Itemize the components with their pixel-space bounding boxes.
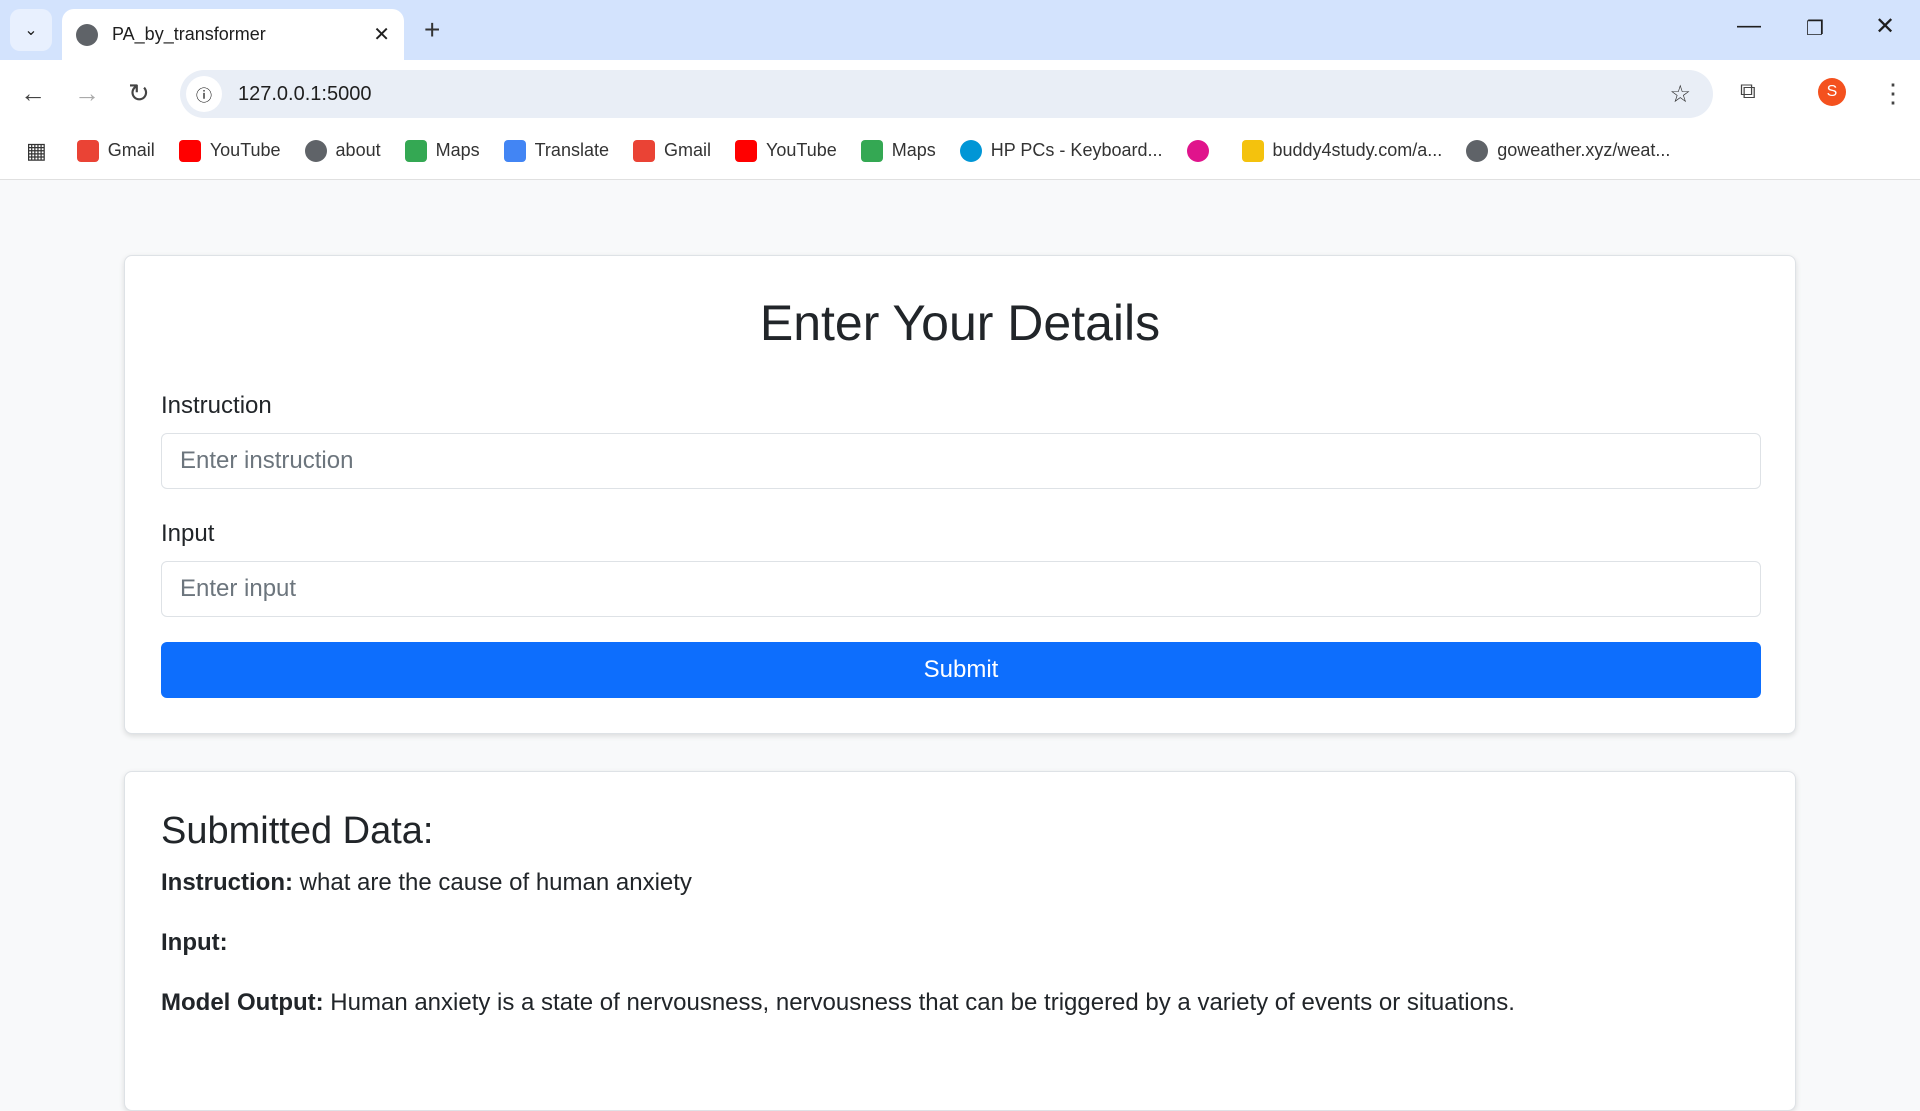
bookmark-item[interactable]: Maps [404,139,480,162]
toolbar: ← → ↻ ⓘ 127.0.0.1:5000 ☆ ⧉ S ⋮ [0,60,1920,122]
bookmark-item[interactable]: buddy4study.com/a... [1241,139,1443,162]
gmail-icon [632,139,655,162]
bookmark-item[interactable]: Translate [503,139,609,162]
extensions-icon[interactable]: ⧉ [1740,78,1756,104]
tab-search-button[interactable]: ⌄ [10,9,52,51]
bookmark-item[interactable]: about [304,139,381,162]
translate-icon [503,139,526,162]
form-title: Enter Your Details [759,295,1161,351]
bookmark-label: HP PCs - Keyboard... [990,140,1163,160]
forward-button[interactable]: → [74,78,100,109]
bookmark-item[interactable]: Maps [860,139,936,162]
restore-button[interactable]: ❐ [1806,16,1824,41]
hp-icon [959,139,982,162]
submit-button[interactable]: Submit [161,642,1761,698]
bookmark-label: goweather.xyz/weat... [1497,140,1671,160]
instruction-label: Instruction [161,392,272,419]
bookmark-label: Gmail [663,140,711,160]
site-info-icon[interactable]: ⓘ [186,76,222,112]
instruction-key: Instruction: [161,869,293,896]
bookmark-item[interactable]: YouTube [735,139,837,162]
bookmark-label: Translate [534,140,609,160]
instruction-input[interactable] [161,433,1761,489]
bookmark-label: YouTube [209,140,281,160]
bookmark-item[interactable]: Gmail [632,139,711,162]
reload-button[interactable]: ↻ [128,78,150,109]
bookmark-item[interactable]: YouTube [178,139,281,162]
menu-icon[interactable]: ⋮ [1880,78,1906,109]
bookmark-item[interactable] [1186,139,1218,162]
minimize-button[interactable]: — [1737,12,1761,40]
bookmark-label: Maps [435,140,480,160]
instruction-row: Instruction: what are the cause of human… [161,869,692,897]
address-bar[interactable]: ⓘ 127.0.0.1:5000 ☆ [180,70,1713,118]
bookmark-label: buddy4study.com/a... [1272,140,1443,160]
model-output-row: Model Output: Human anxiety is a state o… [161,989,1515,1017]
globe-icon [76,23,98,46]
globe-icon [304,139,327,162]
submitted-data-title: Submitted Data: [161,810,434,852]
url-text[interactable]: 127.0.0.1:5000 [238,83,371,106]
maps-icon [860,139,883,162]
input-key: Input: [161,929,228,956]
model-output-key: Model Output: [161,989,324,1016]
profile-avatar[interactable]: S [1818,78,1846,106]
submitted-data-card: Submitted Data: Instruction: what are th… [124,771,1796,1111]
clapper-icon [1186,139,1209,162]
close-tab-icon[interactable]: ✕ [373,22,390,47]
youtube-icon [735,139,757,162]
apps-icon[interactable]: ▦ [26,138,47,164]
bookmark-star-icon[interactable]: ☆ [1669,80,1691,109]
bookmarks-bar: ▦ Gmail YouTube about Maps Translate Gmail You… [0,122,1920,180]
bookmark-label: about [335,140,381,160]
tab-active[interactable]: PA_by_transformer ✕ [62,9,404,60]
bookmark-item[interactable]: goweather.xyz/weat... [1466,139,1671,162]
bookmark-label: Maps [891,140,936,160]
model-output-value: Human anxiety is a state of nervousness,… [330,989,1515,1016]
instruction-value: what are the cause of human anxiety [299,869,692,896]
tab-strip: ⌄ PA_by_transformer ✕ + — ❐ ✕ [0,0,1920,60]
close-window-button[interactable]: ✕ [1875,12,1895,41]
input-label: Input [161,520,215,547]
bookmark-item[interactable]: HP PCs - Keyboard... [959,139,1163,162]
input-row: Input: [161,929,228,957]
tab-title: PA_by_transformer [112,24,266,44]
input-field[interactable] [161,561,1761,617]
back-button[interactable]: ← [20,78,46,109]
maps-icon [404,139,427,162]
bookmark-label: Gmail [107,140,155,160]
youtube-icon [178,139,201,162]
details-form-card: Enter Your Details Instruction Input Sub… [124,255,1796,734]
bookmark-item[interactable]: Gmail [76,139,155,162]
bookmark-label: YouTube [766,140,837,160]
new-tab-button[interactable]: + [424,14,440,46]
globe-icon [1466,139,1489,162]
gmail-icon [76,139,99,162]
graduate-icon [1241,139,1264,162]
